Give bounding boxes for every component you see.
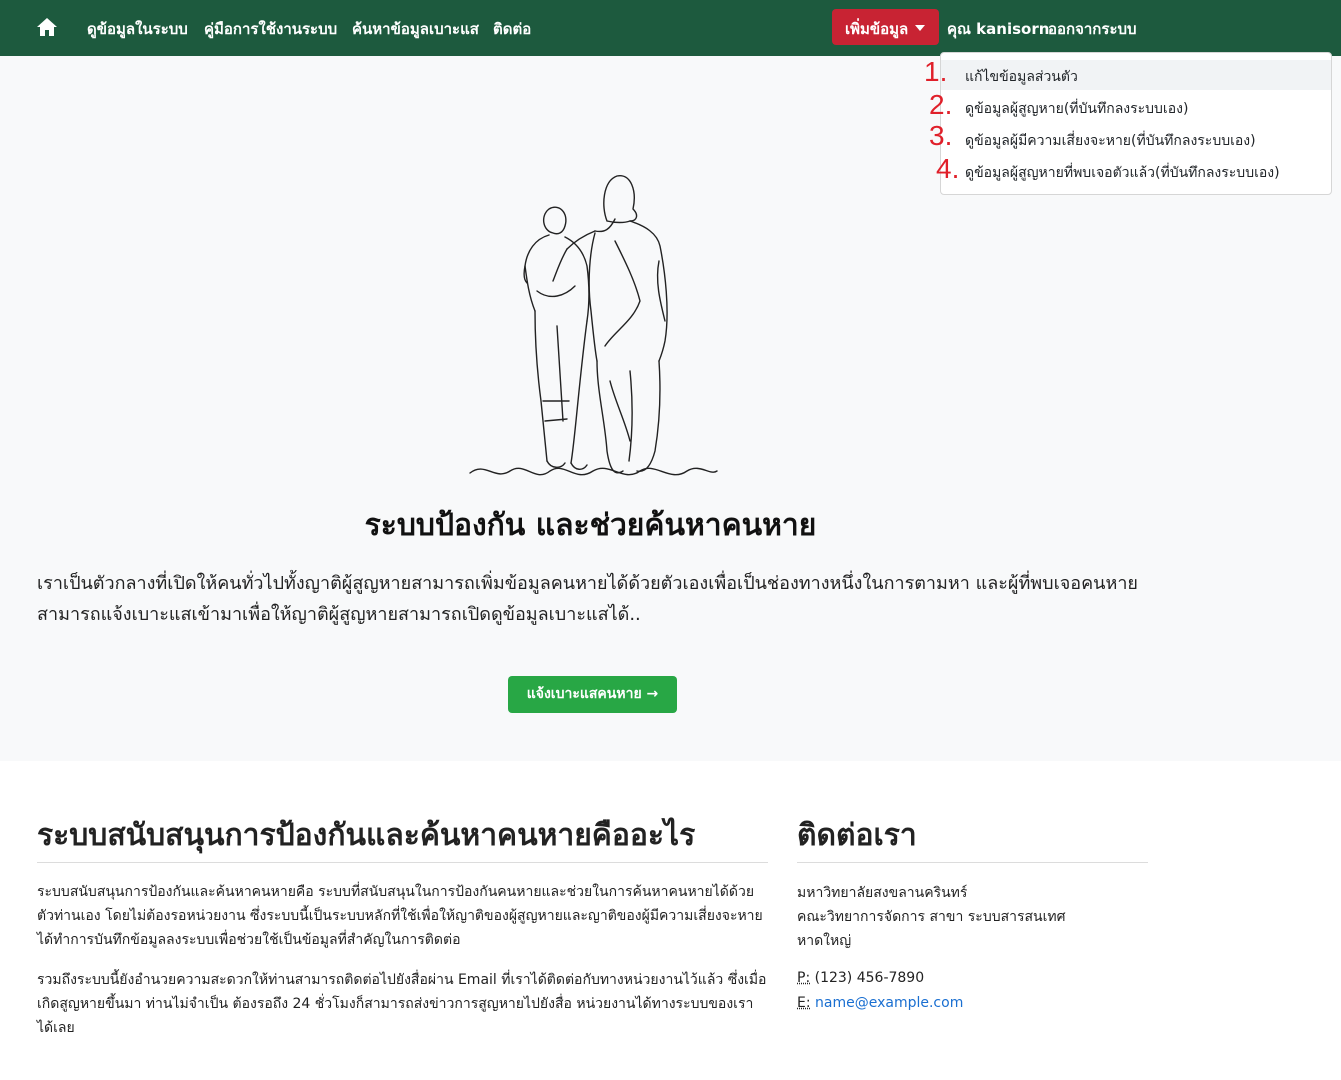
annotation-number-1: 1. (924, 56, 948, 87)
contact-phone-row: P: (123) 456-7890 (797, 970, 924, 986)
nav-link-view-data[interactable]: ดูข้อมูลในระบบ (87, 17, 188, 41)
nav-link-contact[interactable]: ติดต่อ (493, 17, 531, 41)
contact-title: ติดต่อเรา (797, 818, 917, 853)
contact-divider (797, 862, 1148, 863)
caret-down-icon (915, 25, 926, 31)
contact-university: มหาวิทยาลัยสงขลานครินทร์ (797, 885, 968, 901)
phone-number: (123) 456-7890 (814, 970, 925, 986)
hero-title: ระบบป้องกัน และช่วยค้นหาคนหาย (364, 508, 817, 543)
phone-label: P: (797, 970, 811, 986)
dropdown-label: เพิ่มข้อมูล (845, 20, 909, 38)
annotation-number-4: 4. (936, 153, 960, 184)
add-data-dropdown-menu: แก้ไขข้อมูลส่วนตัว ดูข้อมูลผู้สูญหาย(ที่… (940, 52, 1332, 195)
about-title: ระบบสนับสนุนการป้องกันและค้นหาคนหายคืออะ… (37, 818, 696, 853)
navbar: ดูข้อมูลในระบบ คู่มือการใช้งานระบบ ค้นหา… (0, 0, 1341, 56)
two-people-line-art-illustration (469, 175, 718, 476)
dropdown-item-at-risk-persons[interactable]: ดูข้อมูลผู้มีความเสี่ยงจะหาย(ที่บันทึกลง… (941, 124, 1331, 154)
user-name[interactable]: คุณ kanisorn (947, 17, 1049, 41)
about-paragraph-2: รวมถึงระบบนี้ยังอำนวยความสะดวกให้ท่านสาม… (37, 972, 767, 1036)
nav-link-manual[interactable]: คู่มือการใช้งานระบบ (204, 17, 337, 41)
annotation-number-3: 3. (929, 120, 953, 151)
nav-link-search-clues[interactable]: ค้นหาข้อมูลเบาะแส (352, 17, 479, 41)
dropdown-item-found-persons[interactable]: ดูข้อมูลผู้สูญหายที่พบเจอตัวแล้ว(ที่บันท… (941, 156, 1331, 186)
about-paragraph-1: ระบบสนับสนุนการป้องกันและค้นหาคนหายคือ ร… (37, 884, 763, 948)
contact-email-row: E: name@example.com (797, 995, 963, 1011)
contact-faculty: คณะวิทยาการจัดการ สาขา ระบบสารสนเทศ (797, 909, 1066, 925)
home-icon[interactable] (36, 16, 58, 38)
email-link[interactable]: name@example.com (815, 995, 963, 1011)
hero-description: เราเป็นตัวกลางที่เปิดให้คนทั่วไปทั้งญาติ… (37, 573, 1138, 625)
logout-link[interactable]: ออกจากระบบ (1048, 17, 1137, 41)
annotation-number-2: 2. (929, 89, 953, 120)
email-label: E: (797, 995, 811, 1011)
contact-city: หาดใหญ่ (797, 933, 852, 949)
dropdown-item-edit-profile[interactable]: แก้ไขข้อมูลส่วนตัว (941, 60, 1331, 90)
add-data-dropdown-button[interactable]: เพิ่มข้อมูล (832, 9, 939, 45)
report-clue-button[interactable]: แจ้งเบาะแสคนหาย → (508, 676, 677, 713)
about-divider (37, 862, 768, 863)
dropdown-item-missing-persons[interactable]: ดูข้อมูลผู้สูญหาย(ที่บันทึกลงระบบเอง) (941, 92, 1331, 122)
